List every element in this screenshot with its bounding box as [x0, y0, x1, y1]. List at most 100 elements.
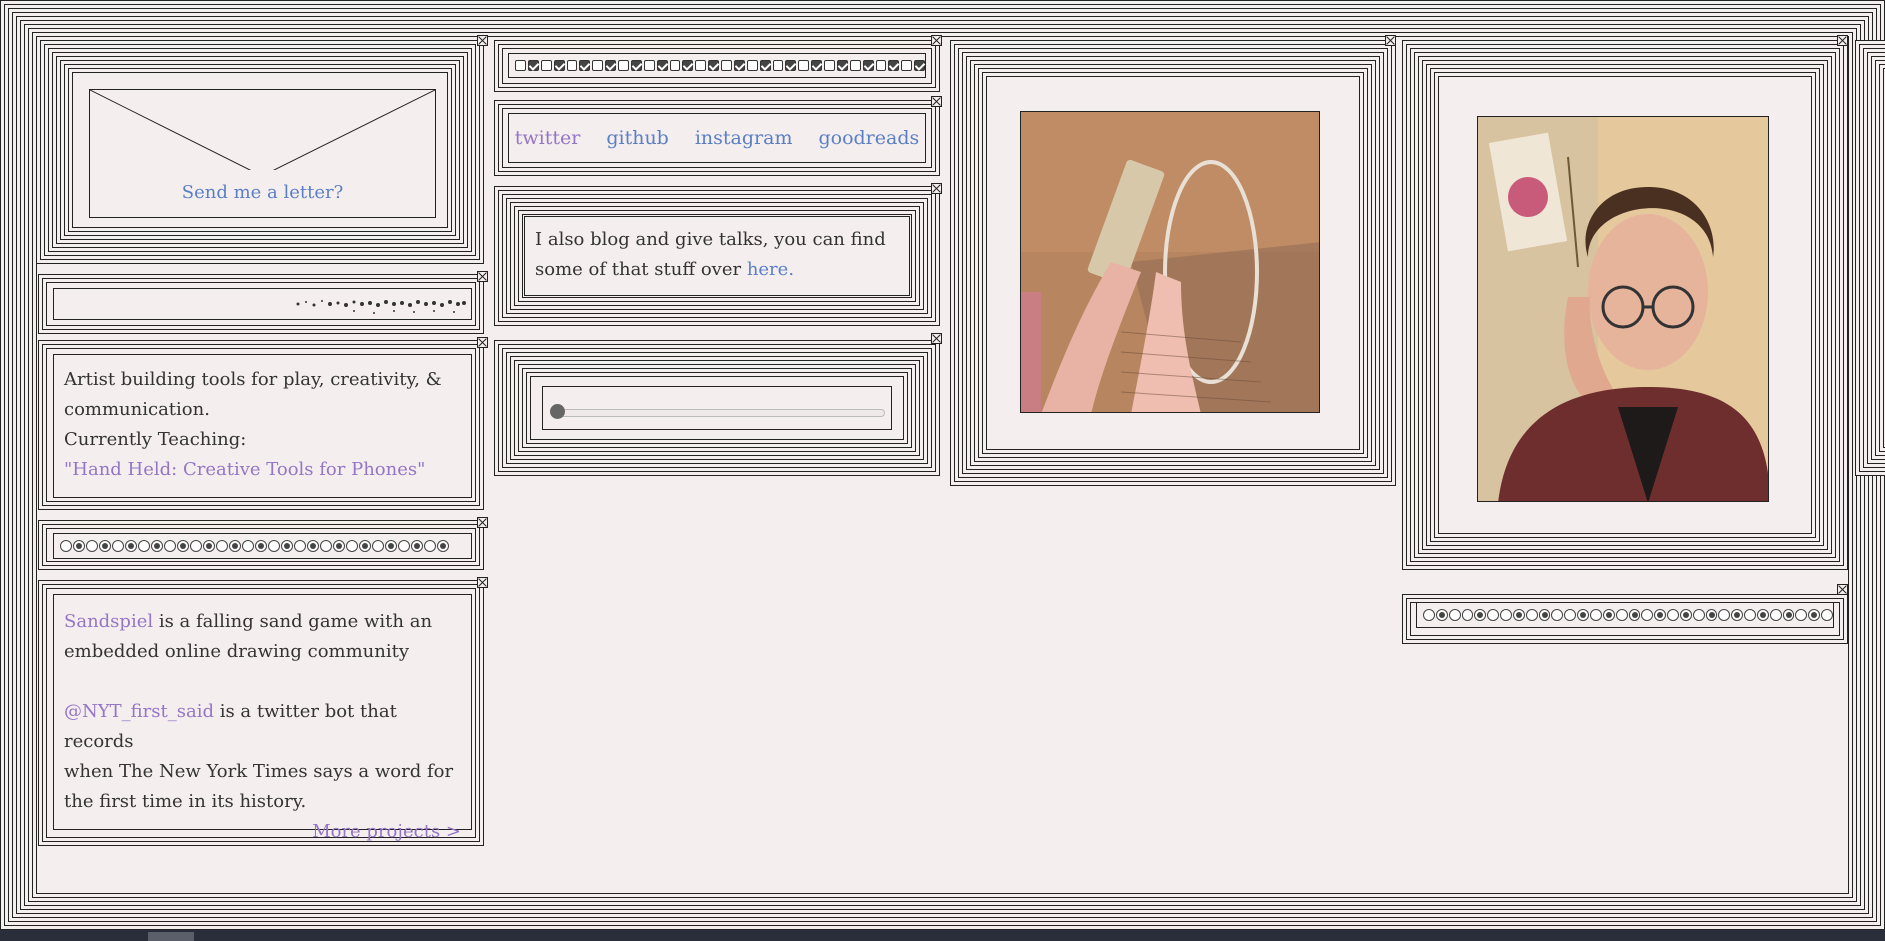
- slider-handle[interactable]: [550, 404, 565, 419]
- checkbox-unchecked[interactable]: [772, 60, 784, 71]
- radio-unselected[interactable]: [60, 540, 72, 552]
- radio-selected[interactable]: [1474, 609, 1487, 621]
- checkbox-unchecked[interactable]: [901, 60, 913, 71]
- radio-unselected[interactable]: [1821, 609, 1833, 621]
- radio-unselected[interactable]: [1448, 609, 1461, 621]
- radio-unselected[interactable]: [1667, 609, 1679, 621]
- checkbox-unchecked[interactable]: [875, 60, 887, 71]
- radio-unselected[interactable]: [86, 540, 98, 552]
- noise-strip[interactable]: [53, 288, 472, 320]
- checkbox-unchecked[interactable]: [540, 60, 552, 71]
- photo-portrait-close-icon[interactable]: [1837, 35, 1848, 46]
- radio-selected[interactable]: [125, 540, 137, 552]
- radio-selected[interactable]: [229, 540, 241, 552]
- radio-selected[interactable]: [385, 540, 397, 552]
- radio-unselected[interactable]: [1423, 609, 1435, 621]
- radio-unselected[interactable]: [1641, 609, 1654, 621]
- more-projects-link[interactable]: More projects >: [64, 817, 461, 847]
- radio-unselected[interactable]: [1795, 609, 1808, 621]
- checkbox-row[interactable]: [508, 53, 926, 78]
- checkbox-checked[interactable]: [733, 60, 746, 71]
- radio-unselected[interactable]: [1525, 609, 1538, 621]
- projects-close-icon[interactable]: [477, 577, 488, 588]
- radio-selected[interactable]: [177, 540, 189, 552]
- slider-close-icon[interactable]: [931, 333, 942, 344]
- checkbox-checked[interactable]: [759, 60, 771, 71]
- checkbox-checked[interactable]: [656, 60, 668, 71]
- checkbox-checked[interactable]: [553, 60, 565, 71]
- radio-selected[interactable]: [1654, 609, 1667, 621]
- checkbox-unchecked[interactable]: [695, 60, 707, 71]
- goodreads-link[interactable]: goodreads: [818, 127, 919, 149]
- radio-selected[interactable]: [73, 540, 85, 552]
- instagram-link[interactable]: instagram: [695, 127, 793, 149]
- checkbox-close-icon[interactable]: [931, 35, 942, 46]
- letter-envelope[interactable]: Send me a letter?: [89, 89, 436, 218]
- checkbox-checked[interactable]: [708, 60, 720, 71]
- radio-selected[interactable]: [437, 540, 449, 552]
- radio-unselected[interactable]: [268, 540, 280, 552]
- radio-unselected[interactable]: [164, 540, 176, 552]
- teaching-course-link[interactable]: "Hand Held: Creative Tools for Phones": [64, 455, 461, 485]
- radio-unselected[interactable]: [190, 540, 202, 552]
- checkbox-checked[interactable]: [862, 60, 874, 71]
- radio-selected[interactable]: [1756, 609, 1769, 621]
- radio-unselected[interactable]: [1718, 609, 1731, 621]
- radio-unselected[interactable]: [216, 540, 228, 552]
- checkbox-unchecked[interactable]: [746, 60, 758, 71]
- radio-unselected[interactable]: [242, 540, 254, 552]
- checkbox-unchecked[interactable]: [592, 60, 604, 71]
- radio-right-close-icon[interactable]: [1837, 584, 1848, 595]
- radio-selected[interactable]: [281, 540, 293, 552]
- radio-selected[interactable]: [1512, 609, 1525, 621]
- radio-unselected[interactable]: [1500, 609, 1512, 621]
- radio-selected[interactable]: [307, 540, 319, 552]
- radio-unselected[interactable]: [294, 540, 306, 552]
- checkbox-checked[interactable]: [527, 60, 540, 71]
- radio-unselected[interactable]: [1615, 609, 1628, 621]
- radio-unselected[interactable]: [320, 540, 332, 552]
- blog-close-icon[interactable]: [931, 183, 942, 194]
- radio-selected[interactable]: [411, 540, 423, 552]
- radio-selected[interactable]: [1577, 609, 1589, 621]
- radio-unselected[interactable]: [372, 540, 384, 552]
- checkbox-unchecked[interactable]: [515, 60, 526, 71]
- checkbox-unchecked[interactable]: [721, 60, 732, 71]
- radio-selected[interactable]: [333, 540, 345, 552]
- radio-selected[interactable]: [1782, 609, 1795, 621]
- radio-selected[interactable]: [99, 540, 111, 552]
- nyt-first-said-link[interactable]: @NYT_first_said: [64, 701, 214, 722]
- radio-unselected[interactable]: [1487, 609, 1500, 621]
- letter-close-icon[interactable]: [477, 35, 488, 46]
- radio-selected[interactable]: [1705, 609, 1718, 621]
- radio-selected[interactable]: [1628, 609, 1641, 621]
- checkbox-checked[interactable]: [811, 60, 823, 71]
- checkbox-unchecked[interactable]: [643, 60, 655, 71]
- about-close-icon[interactable]: [477, 337, 488, 348]
- radio-unselected[interactable]: [112, 540, 124, 552]
- checkbox-checked[interactable]: [605, 60, 617, 71]
- radio-row-right[interactable]: [1416, 602, 1834, 628]
- radio-unselected[interactable]: [1461, 609, 1474, 621]
- radio-unselected[interactable]: [1744, 609, 1756, 621]
- radio-left-close-icon[interactable]: [477, 517, 488, 528]
- checkbox-checked[interactable]: [682, 60, 694, 71]
- checkbox-checked[interactable]: [785, 60, 797, 71]
- checkbox-unchecked[interactable]: [849, 60, 861, 71]
- slider-track[interactable]: [555, 409, 885, 417]
- checkbox-unchecked[interactable]: [798, 60, 810, 71]
- checkbox-checked[interactable]: [579, 60, 591, 71]
- radio-unselected[interactable]: [346, 540, 358, 552]
- radio-unselected[interactable]: [398, 540, 410, 552]
- radio-selected[interactable]: [359, 540, 371, 552]
- checkbox-unchecked[interactable]: [669, 60, 681, 71]
- checkbox-unchecked[interactable]: [618, 60, 629, 71]
- noise-close-icon[interactable]: [477, 271, 488, 282]
- radio-selected[interactable]: [255, 540, 267, 552]
- radio-unselected[interactable]: [1769, 609, 1782, 621]
- send-letter-link[interactable]: Send me a letter?: [90, 182, 435, 203]
- checkbox-unchecked[interactable]: [566, 60, 578, 71]
- radio-selected[interactable]: [1602, 609, 1615, 621]
- radio-unselected[interactable]: [1551, 609, 1564, 621]
- github-link[interactable]: github: [606, 127, 669, 149]
